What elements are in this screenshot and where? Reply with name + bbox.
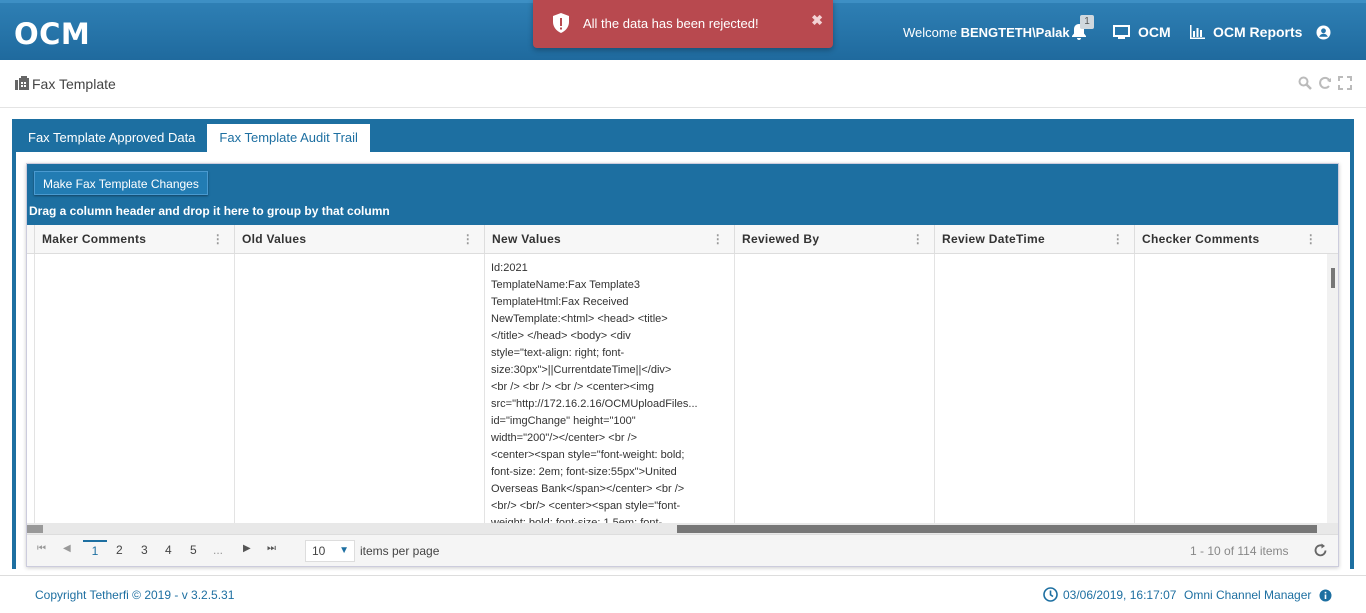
info-icon[interactable] (1319, 589, 1332, 602)
nav-ocm-reports-label: OCM Reports (1213, 24, 1303, 40)
page-link-2[interactable]: 2 (116, 543, 123, 557)
monitor-icon (1113, 24, 1130, 39)
page-header: Fax Template (0, 60, 1366, 108)
username: BENGTETH\Palak (960, 25, 1070, 40)
error-toast: All the data has been rejected! ✖ (533, 0, 833, 48)
column-menu-icon[interactable]: ⋮ (1305, 225, 1317, 254)
group-drop-area[interactable]: Drag a column header and drop it here to… (29, 204, 390, 218)
cell-maker-comments (34, 254, 234, 524)
page-link-more[interactable]: ... (213, 543, 223, 557)
tab-content: Make Fax Template Changes Drag a column … (16, 152, 1350, 569)
horizontal-scrollbar[interactable] (27, 523, 1338, 534)
page-size-value: 10 (312, 544, 326, 558)
column-header-reviewed-by[interactable]: Reviewed By ⋮ (734, 225, 934, 254)
nav-ocm-label: OCM (1138, 24, 1171, 40)
nav-ocm-reports[interactable]: OCM Reports (1189, 24, 1302, 40)
page-size-select[interactable]: 10 ▼ (305, 540, 355, 562)
notification-badge: 1 (1080, 15, 1094, 29)
bar-chart-icon (1190, 25, 1205, 39)
column-header-review-datetime[interactable]: Review DateTime ⋮ (934, 225, 1134, 254)
column-label: New Values (492, 232, 562, 246)
fax-icon (15, 76, 29, 90)
table-row[interactable]: Id:2021 TemplateName:Fax Template3 Templ… (27, 254, 1338, 524)
footer-datetime: 03/06/2019, 16:17:07 (1043, 587, 1176, 602)
column-header-row: Maker Comments ⋮ Old Values ⋮ New Values ⋮ … (27, 225, 1338, 254)
last-page-icon[interactable]: ⏭ (267, 543, 276, 554)
cell-new-values: Id:2021 TemplateName:Fax Template3 Templ… (484, 254, 734, 524)
user-icon[interactable] (1316, 25, 1331, 40)
column-menu-icon[interactable]: ⋮ (1112, 225, 1124, 254)
nav-ocm[interactable]: OCM (1113, 24, 1171, 40)
cell-reviewed-by (734, 254, 934, 524)
app-logo[interactable]: OCM (14, 17, 90, 51)
page-link-4[interactable]: 4 (165, 543, 172, 557)
column-label: Checker Comments (1142, 232, 1260, 246)
page-title: Fax Template (32, 76, 116, 92)
column-menu-icon[interactable]: ⋮ (462, 225, 474, 254)
prev-page-icon[interactable]: ◀ (63, 543, 71, 554)
first-page-icon[interactable]: ⏮ (37, 543, 46, 554)
pager-info: 1 - 10 of 114 items (1190, 544, 1289, 558)
column-header-new-values[interactable]: New Values ⋮ (484, 225, 734, 254)
copyright-text: Copyright Tetherfi © 2019 - v 3.2.5.31 (35, 588, 235, 602)
tab-approved-data[interactable]: Fax Template Approved Data (16, 124, 207, 152)
next-page-icon[interactable]: ▶ (243, 543, 251, 554)
new-values-text: Id:2021 TemplateName:Fax Template3 Templ… (491, 262, 698, 524)
audit-grid: Make Fax Template Changes Drag a column … (26, 163, 1339, 567)
shield-icon (553, 13, 569, 33)
refresh-icon[interactable] (1318, 76, 1332, 90)
page-tools (1298, 76, 1352, 90)
vertical-scrollbar[interactable] (1327, 254, 1338, 524)
toast-message: All the data has been rejected! (583, 16, 759, 31)
column-label: Reviewed By (742, 232, 820, 246)
page-link-1[interactable]: 1 (83, 540, 107, 560)
vertical-scroll-thumb[interactable] (1331, 268, 1335, 288)
column-label: Review DateTime (942, 232, 1045, 246)
search-icon[interactable] (1298, 76, 1312, 90)
column-header-checker-comments[interactable]: Checker Comments ⋮ (1134, 225, 1327, 254)
items-per-page-label: items per page (360, 544, 440, 558)
toast-close-button[interactable]: ✖ (811, 12, 823, 29)
welcome-text: Welcome BENGTETH\Palak (903, 25, 1070, 40)
refresh-icon[interactable] (1313, 543, 1328, 558)
horizontal-scroll-thumb[interactable] (677, 525, 1317, 533)
cell-old-values (234, 254, 484, 524)
cell-review-datetime (934, 254, 1134, 524)
page-link-5[interactable]: 5 (190, 543, 197, 557)
column-menu-icon[interactable]: ⋮ (712, 225, 724, 254)
column-label: Old Values (242, 232, 307, 246)
footer-app: Omni Channel Manager (1184, 588, 1332, 602)
scroll-left-arrow[interactable] (27, 525, 43, 533)
chevron-down-icon: ▼ (339, 545, 349, 556)
cell-checker-comments (1134, 254, 1327, 524)
datetime-text: 03/06/2019, 16:17:07 (1063, 587, 1177, 602)
column-header-maker-comments[interactable]: Maker Comments ⋮ (34, 225, 234, 254)
column-menu-icon[interactable]: ⋮ (912, 225, 924, 254)
fullscreen-icon[interactable] (1338, 76, 1352, 90)
pager: ⏮ ◀ 1 2 3 4 5 ... ▶ ⏭ 10 ▼ items per page… (27, 534, 1338, 566)
tab-audit-trail[interactable]: Fax Template Audit Trail (207, 124, 370, 152)
tab-strip: Fax Template Approved Data Fax Template … (16, 124, 370, 152)
welcome-prefix: Welcome (903, 25, 961, 40)
app-name: Omni Channel Manager (1184, 588, 1312, 602)
column-header-old-values[interactable]: Old Values ⋮ (234, 225, 484, 254)
make-changes-button[interactable]: Make Fax Template Changes (34, 171, 208, 195)
main-panel: Fax Template Approved Data Fax Template … (12, 119, 1354, 569)
column-menu-icon[interactable]: ⋮ (212, 225, 224, 254)
grid-toolbar: Make Fax Template Changes Drag a column … (27, 164, 1338, 225)
footer: Copyright Tetherfi © 2019 - v 3.2.5.31 0… (0, 575, 1366, 613)
clock-icon (1043, 587, 1058, 602)
column-label: Maker Comments (42, 232, 147, 246)
page-link-3[interactable]: 3 (141, 543, 148, 557)
